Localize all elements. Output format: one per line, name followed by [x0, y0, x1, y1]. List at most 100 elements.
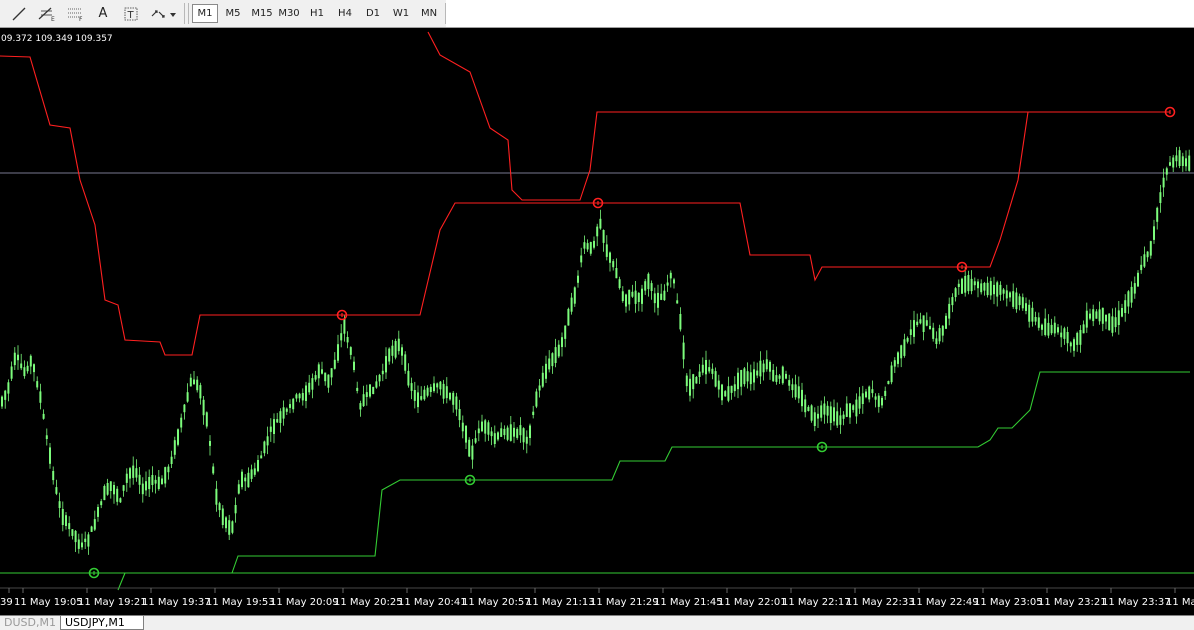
candle-body [1143, 254, 1146, 267]
candle-body [81, 542, 83, 548]
candle-body [301, 393, 304, 401]
time-axis-label: 11 May 19:05 [14, 597, 83, 608]
timeframe-m5-button[interactable]: M5 [220, 4, 246, 23]
candle-body [132, 465, 135, 478]
timeframe-m30-button[interactable]: M30 [276, 4, 302, 23]
candle-body [209, 441, 211, 446]
candle-body [973, 281, 976, 286]
candle-body [55, 487, 58, 494]
candle-body [349, 347, 352, 355]
candle-body [532, 411, 535, 415]
candle-body [669, 272, 672, 279]
line-tool-icon[interactable] [8, 3, 30, 24]
candle-body [1188, 155, 1191, 171]
timeframe-mn-button[interactable]: MN [416, 4, 442, 23]
candle-body [394, 341, 397, 358]
candle-body [759, 360, 762, 377]
text-tool-icon[interactable]: A [92, 3, 114, 24]
candle-body [13, 352, 16, 366]
candle-body [1162, 177, 1165, 188]
candle-body [247, 472, 250, 488]
timeframe-h4-button[interactable]: H4 [332, 4, 358, 23]
candle-body [282, 407, 285, 419]
candle-body [455, 396, 458, 410]
candle-body [1069, 342, 1072, 347]
candle-body [631, 291, 634, 297]
price-chart[interactable]: 09.372 109.349 109.357 39 11 May 19:0511 … [0, 29, 1194, 615]
candle-body [36, 381, 39, 388]
candle-body [1066, 332, 1069, 344]
candle-body [404, 354, 407, 371]
candle-body [749, 372, 752, 385]
time-axis-label: 11 May 21:13 [526, 597, 595, 608]
timeframe-w1-button[interactable]: W1 [388, 4, 414, 23]
candle-body [183, 404, 186, 413]
candle-body [970, 278, 973, 292]
candle-body [266, 436, 269, 446]
candle-body [580, 255, 583, 263]
chart-tab-1[interactable]: DUSD,M1 [0, 616, 58, 630]
candle-body [410, 383, 413, 391]
candle-body [925, 320, 928, 326]
candle-body [980, 283, 983, 293]
timeframe-m15-button[interactable]: M15 [248, 4, 276, 23]
time-axis-label: 11 May 22:17 [782, 597, 851, 608]
candle-body [929, 325, 931, 330]
candle-body [1159, 192, 1162, 203]
time-axis-label: 11 May 19:21 [78, 597, 147, 608]
candle-body [874, 396, 877, 400]
candle-body [42, 413, 45, 419]
candle-body [1025, 303, 1027, 311]
candle-body [1185, 158, 1187, 167]
candle-body [941, 325, 944, 336]
candle-body [1108, 313, 1111, 331]
timeframe-h1-button[interactable]: H1 [304, 4, 330, 23]
candle-body [717, 380, 720, 390]
time-axis-label: 11 May 20:41 [398, 597, 467, 608]
candle-body [653, 293, 656, 304]
candle-body [516, 428, 519, 438]
timeframe-m1-button[interactable]: M1 [192, 4, 218, 23]
candle-body [932, 327, 935, 339]
candle-body [705, 360, 707, 375]
chart-tab-2[interactable]: USDJPY,M1 [60, 616, 144, 630]
candle-body [413, 390, 416, 401]
timeframe-d1-button[interactable]: D1 [360, 4, 386, 23]
candle-body [212, 466, 215, 474]
arrows-tool-icon[interactable] [148, 3, 178, 24]
candle-body [689, 378, 691, 396]
candle-body [743, 368, 746, 385]
candle-body [1101, 307, 1104, 324]
candle-body [826, 405, 829, 416]
lower-band-line[interactable] [231, 371, 1190, 574]
candle-body [1057, 327, 1059, 333]
candle-body [116, 488, 119, 502]
candle-body [583, 242, 586, 249]
candle-body [1, 396, 3, 407]
candle-body [554, 347, 557, 363]
text-label-tool-icon[interactable]: T [120, 3, 142, 24]
candle-body [522, 428, 525, 443]
time-axis-label: 11 May 22:49 [910, 597, 979, 608]
candle-body [87, 534, 90, 547]
time-axis-label: 11 May 21:29 [590, 597, 659, 608]
svg-text:E: E [51, 16, 55, 22]
channel-icon[interactable]: F [64, 3, 86, 24]
candle-body [785, 373, 787, 379]
candle-body [244, 477, 247, 482]
candle-body [65, 515, 67, 526]
candle-body [1146, 251, 1149, 258]
candle-body [1095, 311, 1098, 319]
lower-band-drop-line[interactable] [117, 572, 126, 591]
candle-body [490, 431, 493, 437]
candle-body [426, 387, 429, 396]
candle-body [196, 379, 199, 391]
candle-body [765, 359, 768, 370]
candle-body [285, 408, 288, 412]
candle-body [1092, 309, 1095, 322]
candle-body [836, 411, 839, 426]
upper-band-line[interactable] [0, 55, 1170, 356]
candle-body [333, 359, 336, 369]
fibonacci-icon[interactable]: E [36, 3, 58, 24]
upper-band-line-2[interactable] [427, 31, 1030, 201]
